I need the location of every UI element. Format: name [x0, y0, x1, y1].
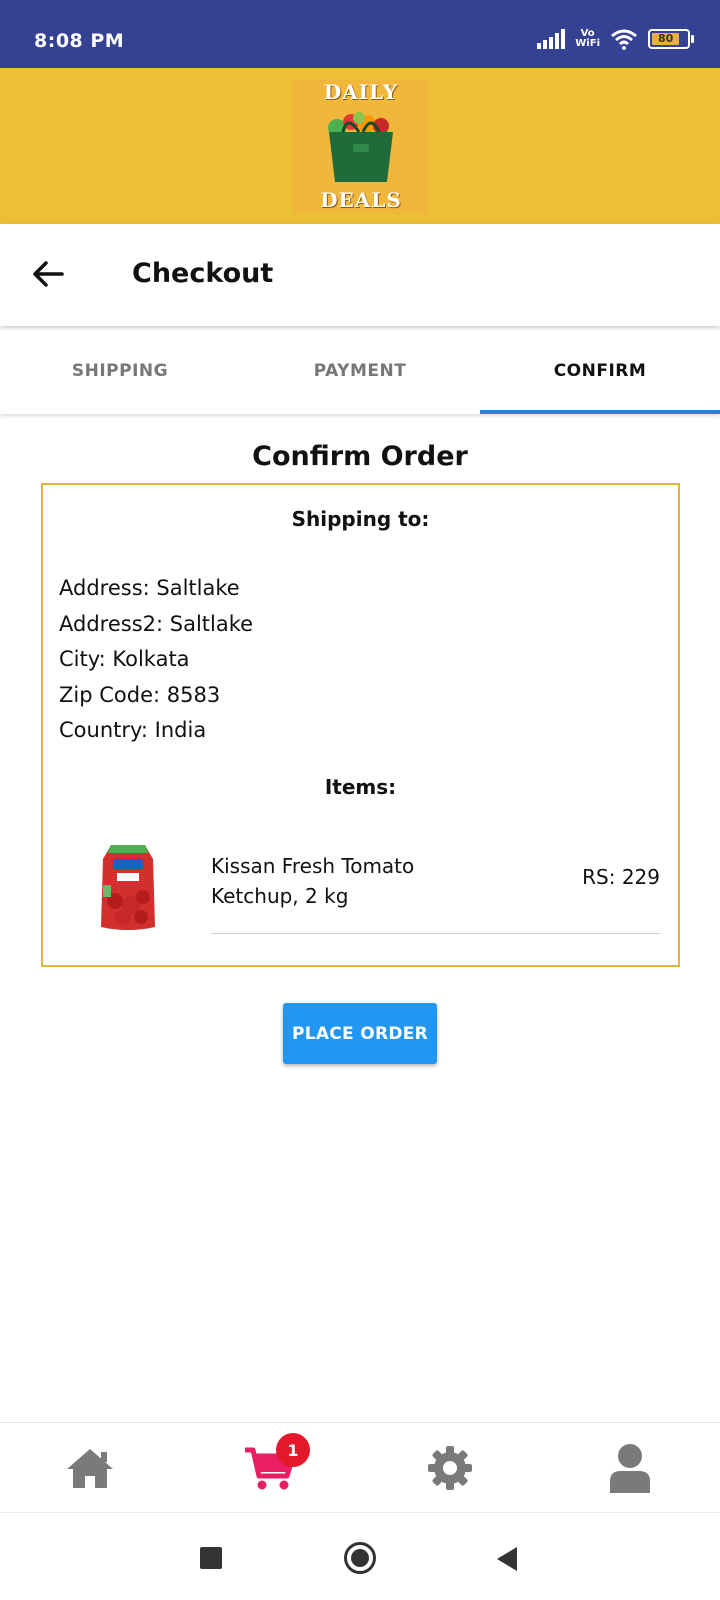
item-name: Kissan Fresh Tomato Ketchup, 2 kg: [211, 854, 415, 908]
ketchup-product-image: [101, 845, 155, 930]
user-icon[interactable]: [609, 1443, 651, 1493]
shipping-address: Address: Saltlake Address2: Saltlake Cit…: [59, 571, 253, 749]
confirm-order-heading: Confirm Order: [252, 441, 468, 472]
checkout-tabs: SHIPPING PAYMENT CONFIRM: [0, 328, 720, 414]
vowifi-icon: Vo WiFi: [575, 28, 600, 49]
address-line: Address: Saltlake: [59, 576, 240, 600]
grocery-bag-icon: [328, 112, 393, 182]
divider: [211, 933, 660, 934]
battery-level: 80: [652, 33, 680, 45]
brand-header: DAILY DEALS: [0, 68, 720, 224]
settings-icon[interactable]: [426, 1444, 474, 1492]
system-nav-bar: [0, 1512, 720, 1600]
shipping-heading: Shipping to:: [291, 507, 430, 531]
battery-icon: 80: [648, 29, 694, 49]
items-heading: Items:: [324, 775, 397, 799]
status-icons: Vo WiFi 80: [537, 26, 694, 52]
page-title: Checkout: [132, 258, 274, 289]
address2-line: Address2: Saltlake: [59, 611, 254, 636]
logo-text-bottom: DEALS: [320, 188, 402, 212]
zip-code-line: Zip Code: 8583: [59, 682, 221, 707]
back-arrow-icon[interactable]: [28, 254, 68, 294]
wifi-icon: [611, 29, 637, 50]
nav-cart[interactable]: 1: [180, 1423, 360, 1512]
cart-count-badge: 1: [276, 1433, 310, 1467]
bottom-nav: 1: [0, 1422, 720, 1512]
logo-text-top: DAILY: [323, 80, 399, 104]
recents-icon[interactable]: [200, 1547, 222, 1569]
status-time: 8:08 PM: [34, 30, 125, 52]
status-bar: 8:08 PM Vo WiFi 80: [0, 0, 720, 68]
back-triangle-icon[interactable]: [497, 1547, 517, 1571]
app-bar: Checkout: [0, 224, 720, 326]
tab-confirm[interactable]: CONFIRM: [480, 328, 720, 414]
place-order-button[interactable]: PLACE ORDER: [283, 1003, 437, 1064]
tab-shipping[interactable]: SHIPPING: [0, 328, 240, 414]
nav-home[interactable]: [0, 1423, 180, 1512]
home-icon[interactable]: [65, 1446, 115, 1490]
home-button-icon[interactable]: [344, 1542, 376, 1574]
list-item: Kissan Fresh Tomato Ketchup, 2 kg RS: 22…: [43, 841, 678, 941]
daily-deals-logo: DAILY DEALS: [293, 80, 429, 214]
city-line: City: Kolkata: [59, 647, 190, 671]
nav-profile[interactable]: [540, 1423, 720, 1512]
item-price: RS: 229: [582, 865, 660, 889]
tab-payment[interactable]: PAYMENT: [240, 328, 480, 414]
order-summary-box: Shipping to: Address: Saltlake Address2:…: [41, 483, 680, 967]
signal-icon: [537, 29, 566, 49]
country-line: Country: India: [59, 718, 207, 742]
nav-settings[interactable]: [360, 1423, 540, 1512]
